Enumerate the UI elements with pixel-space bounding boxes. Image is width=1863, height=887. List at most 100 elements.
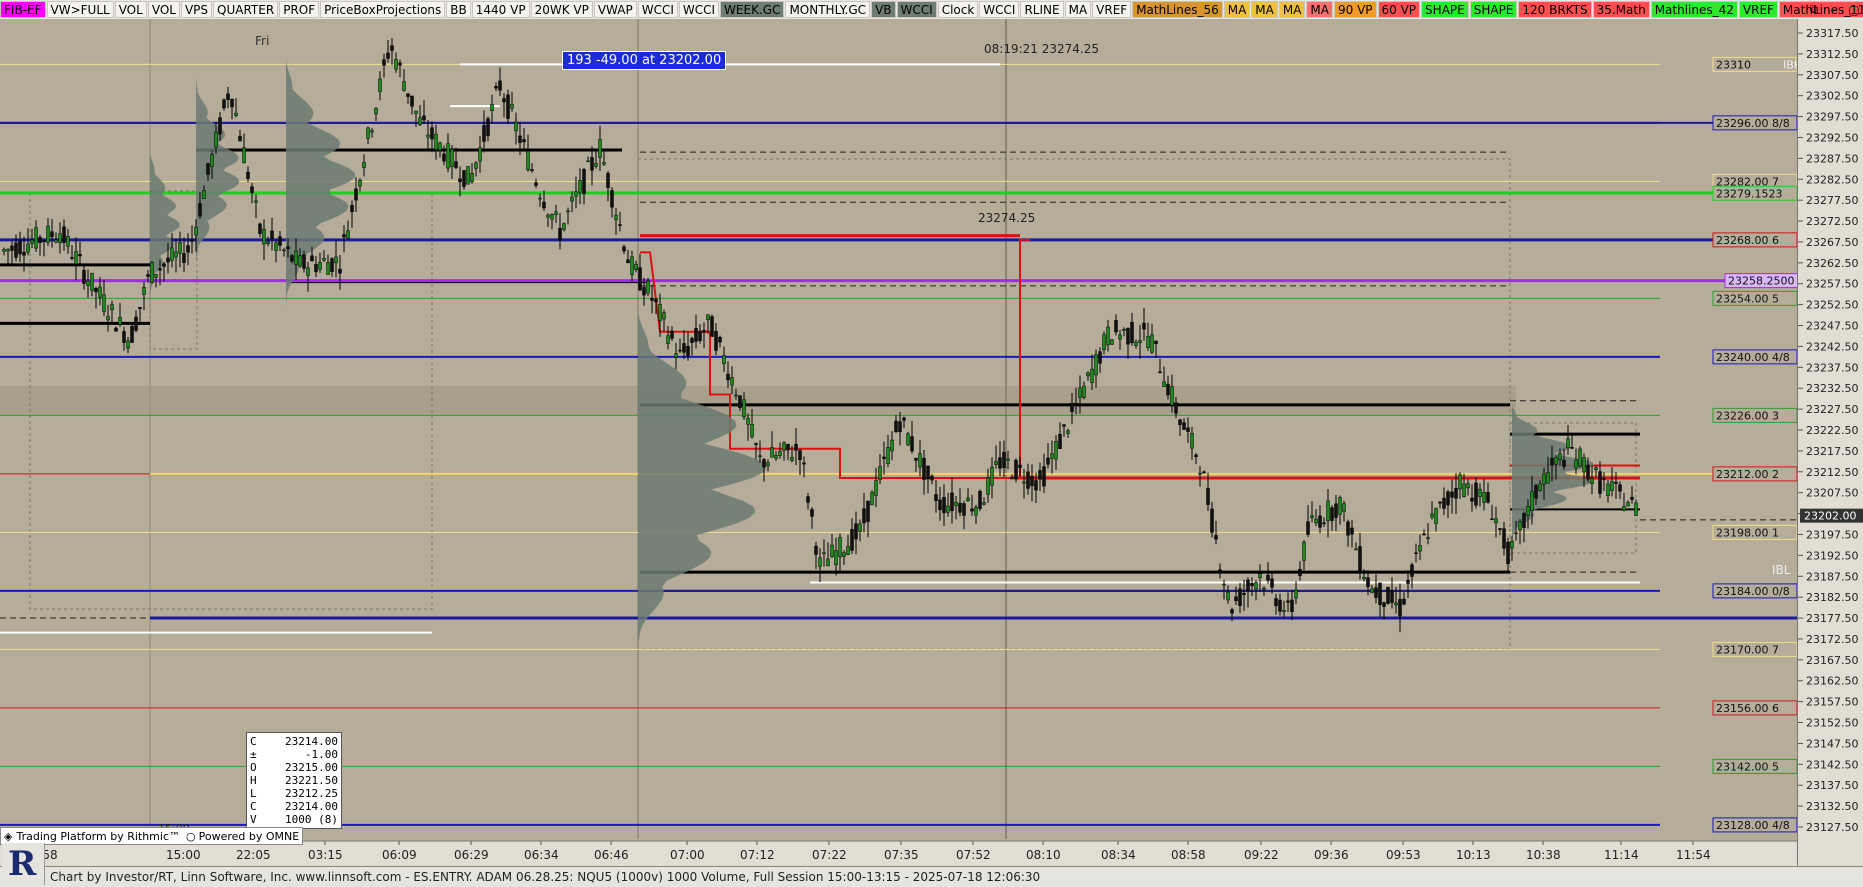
candle-body bbox=[554, 211, 558, 215]
candle-body bbox=[1602, 478, 1606, 480]
candle-body bbox=[758, 455, 762, 458]
toolbar-button-vol[interactable]: VOL bbox=[147, 1, 180, 18]
price-tick-label: 23142.50 bbox=[1806, 758, 1859, 771]
toolbar-button-120-brkts[interactable]: 120 BRKTS bbox=[1518, 1, 1592, 18]
candle-body bbox=[522, 139, 526, 142]
toolbar-button-shape[interactable]: SHAPE bbox=[1469, 1, 1518, 18]
toolbar-button-35-math[interactable]: 35.Math bbox=[1592, 1, 1650, 18]
toolbar-button-vref[interactable]: VREF bbox=[1738, 1, 1778, 18]
level-note: IBH bbox=[1783, 58, 1797, 71]
candle-body bbox=[610, 190, 614, 208]
price-tick-label: 23167.50 bbox=[1806, 654, 1859, 667]
candle-body bbox=[542, 201, 546, 209]
candle-body bbox=[250, 186, 254, 193]
toolbar-button-vref[interactable]: VREF bbox=[1092, 1, 1132, 18]
price-axis[interactable]: 23127.50 23132.50 23137.50 23142.50 23147.50… bbox=[1797, 19, 1863, 866]
candle-body bbox=[1490, 518, 1494, 521]
toolbar-button-mathlines-42[interactable]: Mathlines_42 bbox=[1650, 1, 1738, 18]
candle-body bbox=[246, 171, 250, 179]
candle-body bbox=[334, 256, 338, 264]
candle-body bbox=[146, 274, 150, 277]
toolbar-button-ma[interactable]: MA bbox=[1278, 1, 1306, 18]
toolbar-button-ma[interactable]: MA bbox=[1064, 1, 1092, 18]
toolbar-button-mathlines-56[interactable]: MathLines_56 bbox=[1132, 1, 1223, 18]
toolbar-button-vw-full[interactable]: VW>FULL bbox=[46, 1, 114, 18]
toolbar-button-vb[interactable]: VB bbox=[871, 1, 896, 18]
candle-body bbox=[974, 506, 978, 516]
toolbar-button-monthly-gc[interactable]: MONTHLY.GC bbox=[785, 1, 871, 18]
candle-body bbox=[462, 170, 466, 187]
toolbar-button-60-vp[interactable]: 60 VP bbox=[1377, 1, 1421, 18]
candle-body bbox=[818, 557, 822, 567]
candle-body bbox=[1482, 492, 1486, 503]
toolbar-button-wcci[interactable]: WCCI bbox=[678, 1, 720, 18]
ibl-label: IBL bbox=[1772, 563, 1791, 577]
candle-body bbox=[1542, 473, 1546, 485]
candle-body bbox=[802, 462, 806, 465]
toolbar-button-bb[interactable]: BB bbox=[446, 1, 471, 18]
toolbar-button-prof[interactable]: PROF bbox=[279, 1, 320, 18]
candle-body bbox=[222, 99, 226, 109]
candle-body bbox=[1350, 527, 1354, 535]
ohlc-row: C 23214.00 bbox=[250, 800, 338, 813]
candle-body bbox=[734, 394, 738, 397]
candle-body bbox=[1214, 535, 1218, 540]
price-tick-label: 23272.50 bbox=[1806, 215, 1859, 228]
candle-body bbox=[430, 127, 434, 140]
minimize-window-icon[interactable]: – bbox=[1827, 3, 1841, 17]
toolbar-button-vwap[interactable]: VWAP bbox=[593, 1, 637, 18]
candle-body bbox=[110, 304, 114, 311]
candle-body bbox=[422, 115, 426, 121]
toolbar-button-quarter[interactable]: QUARTER bbox=[213, 1, 279, 18]
candle-body bbox=[962, 503, 966, 516]
candle-body bbox=[1274, 598, 1278, 607]
toolbar-button-vps[interactable]: VPS bbox=[180, 1, 213, 18]
powered-text: Powered by OMNE bbox=[198, 829, 300, 843]
toolbar-button-rline[interactable]: RLINE bbox=[1020, 1, 1064, 18]
candle-body bbox=[1550, 457, 1554, 466]
candle-body bbox=[266, 241, 270, 245]
candle-body bbox=[442, 153, 446, 162]
time-tick-label: 07:35 bbox=[884, 848, 919, 862]
toolbar-button-vol[interactable]: VOL bbox=[114, 1, 147, 18]
candle-body bbox=[1198, 472, 1202, 475]
candle-body bbox=[986, 477, 990, 495]
toolbar-button-wcci[interactable]: WCCI bbox=[979, 1, 1020, 18]
candle-body bbox=[98, 286, 102, 298]
candle-body bbox=[130, 325, 134, 343]
toolbar-button-fib-ef[interactable]: FIB-EF bbox=[0, 1, 46, 18]
candle-body bbox=[1234, 596, 1238, 602]
toolbar-button-ma[interactable]: MA bbox=[1223, 1, 1251, 18]
platform-toggle-icon[interactable]: ◈ bbox=[4, 830, 12, 843]
toolbar-button-ma[interactable]: MA bbox=[1251, 1, 1278, 18]
toolbar-button-1440-vp[interactable]: 1440 VP bbox=[471, 1, 530, 18]
candle-body bbox=[1454, 488, 1458, 499]
candle-body bbox=[738, 395, 742, 408]
toolbar-button-priceboxprojections[interactable]: PriceBoxProjections bbox=[320, 1, 446, 18]
candle-body bbox=[66, 236, 70, 247]
toolbar-button-shape[interactable]: SHAPE bbox=[1421, 1, 1469, 18]
toolbar-button-wcci[interactable]: WCCI bbox=[896, 1, 937, 18]
candle-body bbox=[1630, 496, 1634, 500]
candle-body bbox=[946, 505, 950, 513]
candle-body bbox=[150, 262, 154, 283]
candle-body bbox=[190, 239, 194, 242]
ohlc-key: O bbox=[250, 761, 257, 774]
price-tick-label: 23177.50 bbox=[1806, 612, 1859, 625]
toolbar-button-clock[interactable]: Clock bbox=[937, 1, 979, 18]
toolbar-button-90-vp[interactable]: 90 VP bbox=[1333, 1, 1377, 18]
toolbar-button-wcci[interactable]: WCCI bbox=[637, 1, 678, 18]
candle-body bbox=[1398, 599, 1402, 617]
toolbar-button-20wk-vp[interactable]: 20WK VP bbox=[530, 1, 593, 18]
restore-window-icon[interactable]: ⧉ bbox=[1807, 2, 1821, 17]
candle-body bbox=[558, 227, 562, 241]
candle-body bbox=[1058, 434, 1062, 449]
toolbar-button-week-gc[interactable]: WEEK.GC bbox=[720, 1, 785, 18]
toolbar-button-ma[interactable]: MA bbox=[1306, 1, 1333, 18]
candle-body bbox=[1102, 334, 1106, 350]
maximize-window-icon[interactable]: ▢ bbox=[1847, 3, 1861, 17]
candle-body bbox=[298, 255, 302, 267]
candle-body bbox=[58, 233, 62, 244]
candle-body bbox=[694, 328, 698, 342]
candle-body bbox=[1346, 521, 1350, 536]
